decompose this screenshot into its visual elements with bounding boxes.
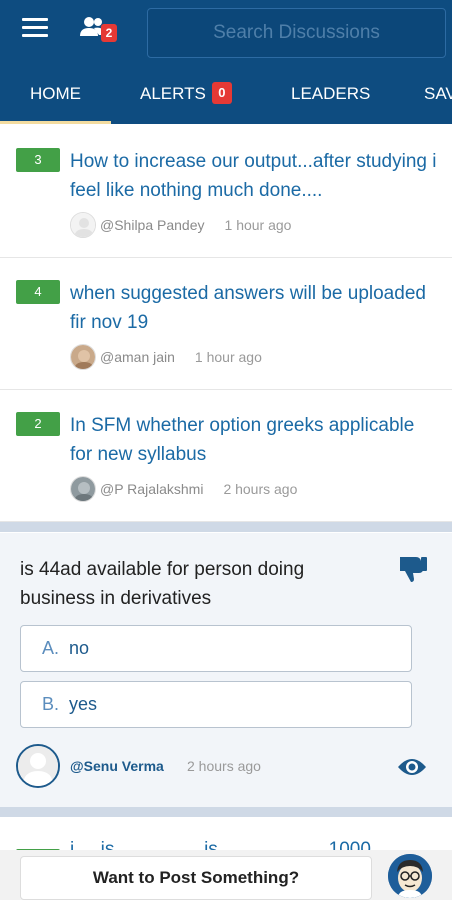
post-time: 1 hour ago bbox=[194, 349, 262, 365]
author-name[interactable]: @Shilpa Pandey bbox=[100, 217, 205, 233]
avatar[interactable] bbox=[70, 476, 96, 502]
answer-count: 4 bbox=[16, 280, 60, 304]
thumbs-down-icon[interactable] bbox=[396, 553, 428, 585]
tab-alerts[interactable]: ALERTS 0 bbox=[140, 66, 232, 124]
author-name[interactable]: @Senu Verma bbox=[70, 758, 164, 774]
post-something-button[interactable]: Want to Post Something? bbox=[20, 856, 372, 900]
option-letter: A. bbox=[42, 638, 60, 658]
poll-option-b[interactable]: B. yes bbox=[20, 681, 412, 728]
post-time: 2 hours ago bbox=[187, 758, 261, 774]
discussion-meta: @Shilpa Pandey 1 hour ago bbox=[70, 212, 291, 238]
option-letter: B. bbox=[42, 694, 60, 714]
tab-alerts-label: ALERTS bbox=[140, 84, 206, 103]
discussion-meta: @P Rajalakshmi 2 hours ago bbox=[70, 476, 297, 502]
section-divider bbox=[0, 522, 452, 532]
avatar[interactable] bbox=[70, 212, 96, 238]
poll-card: is 44ad available for person doing busin… bbox=[0, 533, 452, 807]
poll-question: is 44ad available for person doing busin… bbox=[20, 559, 305, 609]
author-name[interactable]: @aman jain bbox=[100, 349, 175, 365]
avatar[interactable] bbox=[16, 744, 60, 788]
tab-leaders[interactable]: LEADERS bbox=[291, 66, 370, 124]
tab-bar: HOME ALERTS 0 LEADERS SAV bbox=[0, 66, 452, 124]
users-badge: 2 bbox=[101, 24, 117, 42]
post-time: 2 hours ago bbox=[223, 481, 298, 497]
discussion-item[interactable]: 4 when suggested answers will be uploade… bbox=[0, 258, 452, 390]
tab-leaders-label: LEADERS bbox=[291, 84, 371, 103]
eye-icon[interactable] bbox=[397, 757, 427, 777]
post-time: 1 hour ago bbox=[224, 217, 292, 233]
tab-saved-label: SAV bbox=[424, 84, 452, 103]
mascot-avatar-icon[interactable] bbox=[388, 854, 432, 898]
option-text: no bbox=[69, 638, 90, 658]
avatar[interactable] bbox=[70, 344, 96, 370]
hamburger-menu-icon[interactable] bbox=[22, 18, 48, 40]
search-input[interactable]: Search Discussions bbox=[147, 8, 446, 58]
discussion-title[interactable]: when suggested answers will be uploaded … bbox=[70, 279, 440, 337]
post-bar: Want to Post Something? bbox=[0, 850, 452, 900]
author-name[interactable]: @P Rajalakshmi bbox=[100, 481, 203, 497]
answer-count: 2 bbox=[16, 412, 60, 436]
alerts-badge: 0 bbox=[211, 81, 232, 104]
users-icon[interactable]: 2 bbox=[80, 16, 117, 46]
poll-option-a[interactable]: A. no bbox=[20, 625, 412, 672]
tab-home-label: HOME bbox=[30, 84, 81, 103]
discussion-item[interactable]: 2 In SFM whether option greeks applicabl… bbox=[0, 390, 452, 522]
discussion-title[interactable]: How to increase our output...after study… bbox=[70, 147, 440, 205]
tab-home[interactable]: HOME bbox=[0, 66, 111, 124]
discussion-meta: @aman jain 1 hour ago bbox=[70, 344, 262, 370]
discussion-item[interactable]: 3 How to increase our output...after stu… bbox=[0, 126, 452, 258]
tab-saved[interactable]: SAV bbox=[424, 66, 452, 124]
app-header: 2 Search Discussions bbox=[0, 0, 452, 66]
discussion-title[interactable]: In SFM whether option greeks applicable … bbox=[70, 411, 440, 469]
answer-count: 3 bbox=[16, 148, 60, 172]
option-text: yes bbox=[69, 694, 98, 714]
section-divider bbox=[0, 807, 452, 817]
